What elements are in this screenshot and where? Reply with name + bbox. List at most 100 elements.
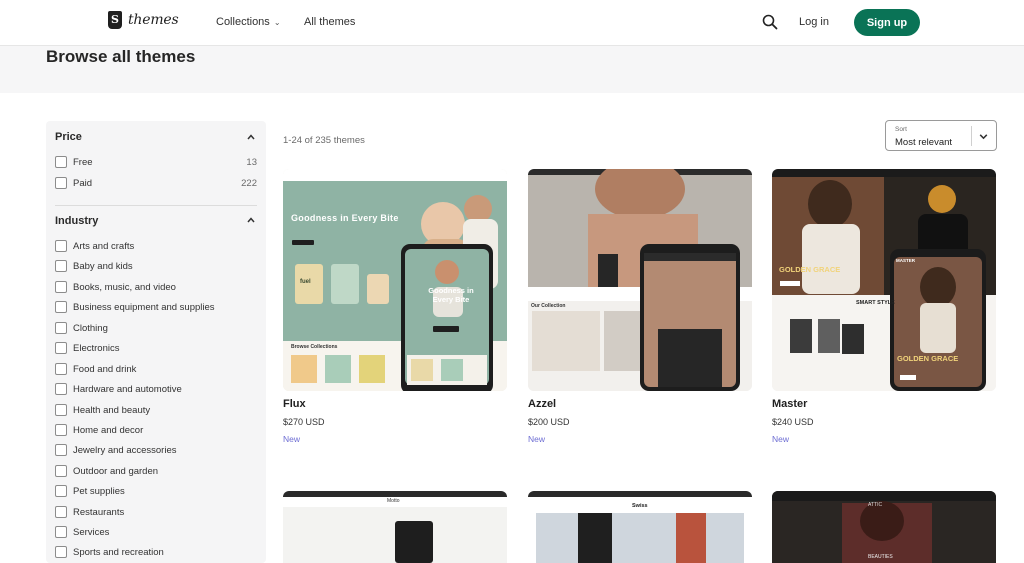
flux-preview-mobile-headline: Goodness in Every Bite <box>428 286 474 304</box>
sort-label: Sort <box>895 126 907 133</box>
azzel-preview-illustration <box>528 169 752 391</box>
chevron-up-icon[interactable] <box>246 132 256 142</box>
checkbox[interactable] <box>55 240 67 252</box>
motto-preview-brand: Motto <box>387 498 400 504</box>
filter-sidebar: Price Free 13 Paid 222 Industry Arts and… <box>46 121 266 563</box>
hero-band: Browse all themes <box>0 46 1024 93</box>
chevron-up-icon[interactable] <box>246 215 256 225</box>
filter-option-industry[interactable]: Baby and kids <box>55 259 133 273</box>
facet-divider <box>55 205 257 206</box>
theme-preview-image[interactable]: Motto <box>283 491 507 563</box>
new-badge: New <box>283 434 301 444</box>
chevron-down-icon: ⌄ <box>273 18 281 27</box>
master-preview-illustration <box>772 169 996 391</box>
checkbox[interactable] <box>55 363 67 375</box>
checkbox[interactable] <box>55 383 67 395</box>
filter-option-free[interactable]: Free 13 <box>55 155 257 169</box>
filter-option-label: Business equipment and supplies <box>73 301 215 313</box>
sort-select[interactable]: Sort Most relevant <box>885 120 997 151</box>
master-preview-headline: GOLDEN GRACE <box>779 265 841 274</box>
flux-preview-section: Browse Collections <box>291 344 338 350</box>
industry-facet-heading[interactable]: Industry <box>55 215 98 227</box>
theme-preview-image[interactable]: Swiss <box>528 491 752 563</box>
login-link[interactable]: Log in <box>799 16 829 28</box>
sort-value: Most relevant <box>895 137 953 148</box>
filter-option-industry[interactable]: Food and drink <box>55 362 136 376</box>
attic-preview-illustration <box>772 491 996 563</box>
filter-option-label: Books, music, and video <box>73 281 176 293</box>
checkbox[interactable] <box>55 342 67 354</box>
azzel-preview-section: Our Collection <box>531 303 566 309</box>
checkbox[interactable] <box>55 546 67 558</box>
filter-option-industry[interactable]: Home and decor <box>55 423 143 437</box>
filter-option-label: Pet supplies <box>73 485 125 497</box>
checkbox[interactable] <box>55 424 67 436</box>
nav-collections[interactable]: Collections ⌄ <box>216 16 281 28</box>
nav-collections-label: Collections <box>216 16 270 28</box>
master-preview-subhead: SMART STYLE <box>856 300 895 306</box>
signup-button[interactable]: Sign up <box>854 9 920 36</box>
checkbox[interactable] <box>55 260 67 272</box>
filter-option-label: Free <box>73 156 93 168</box>
filter-option-label: Food and drink <box>73 363 137 375</box>
filter-option-count: 13 <box>246 156 257 168</box>
filter-option-industry[interactable]: Sports and recreation <box>55 545 164 559</box>
filter-option-industry[interactable]: Business equipment and supplies <box>55 300 215 314</box>
filter-option-industry[interactable]: Restaurants <box>55 505 124 519</box>
theme-name[interactable]: Flux <box>283 398 306 410</box>
filter-option-label: Restaurants <box>73 506 125 518</box>
new-badge: New <box>772 434 790 444</box>
nav-all-themes[interactable]: All themes <box>304 16 355 28</box>
filter-option-industry[interactable]: Electronics <box>55 341 119 355</box>
checkbox[interactable] <box>55 404 67 416</box>
filter-option-label: Paid <box>73 177 93 189</box>
filter-option-industry[interactable]: Hardware and automotive <box>55 382 182 396</box>
filter-option-industry[interactable]: Outdoor and garden <box>55 464 158 478</box>
sort-separator <box>971 126 972 146</box>
shopify-themes-logo[interactable]: themes <box>108 11 179 29</box>
filter-option-label: Hardware and automotive <box>73 383 182 395</box>
checkbox[interactable] <box>55 485 67 497</box>
price-facet-heading[interactable]: Price <box>55 131 82 143</box>
checkbox[interactable] <box>55 526 67 538</box>
filter-option-industry[interactable]: Books, music, and video <box>55 280 176 294</box>
checkbox[interactable] <box>55 156 67 168</box>
new-badge: New <box>528 434 546 444</box>
filter-option-label: Baby and kids <box>73 260 133 272</box>
filter-option-industry[interactable]: Arts and crafts <box>55 239 134 253</box>
page-title: Browse all themes <box>46 47 196 66</box>
theme-price: $200 USD <box>528 417 570 427</box>
filter-option-label: Services <box>73 526 110 538</box>
swiss-preview-brand: Swiss <box>632 503 648 509</box>
search-icon[interactable] <box>762 14 778 30</box>
checkbox[interactable] <box>55 322 67 334</box>
site-header: themes Collections ⌄ All themes Log in S… <box>0 0 1024 46</box>
filter-option-industry[interactable]: Jewelry and accessories <box>55 443 177 457</box>
filter-option-industry[interactable]: Pet supplies <box>55 484 125 498</box>
theme-preview-image[interactable]: Our Collection <box>528 169 752 391</box>
filter-option-paid[interactable]: Paid 222 <box>55 176 257 190</box>
theme-preview-image[interactable]: ATTIC BEAUTIES <box>772 491 996 563</box>
theme-name[interactable]: Azzel <box>528 398 556 410</box>
filter-option-label: Sports and recreation <box>73 546 164 558</box>
filter-option-industry[interactable]: Health and beauty <box>55 403 150 417</box>
theme-preview-image[interactable]: Goodness in Every Bite Goodness in Every… <box>283 169 507 391</box>
checkbox[interactable] <box>55 465 67 477</box>
filter-option-label: Health and beauty <box>73 404 151 416</box>
theme-name[interactable]: Master <box>772 398 807 410</box>
theme-preview-image[interactable]: GOLDEN GRACE SMART STYLE GOLDEN GRACE MA… <box>772 169 996 391</box>
filter-option-label: Jewelry and accessories <box>73 444 177 456</box>
checkbox[interactable] <box>55 301 67 313</box>
filter-option-label: Outdoor and garden <box>73 465 159 477</box>
checkbox[interactable] <box>55 506 67 518</box>
checkbox[interactable] <box>55 177 67 189</box>
filter-option-industry[interactable]: Clothing <box>55 321 108 335</box>
master-preview-mobile-headline: GOLDEN GRACE <box>897 354 959 363</box>
checkbox[interactable] <box>55 281 67 293</box>
swiss-preview-illustration <box>528 491 752 563</box>
chevron-down-icon <box>979 134 988 140</box>
filter-option-industry[interactable]: Services <box>55 525 109 539</box>
result-count: 1-24 of 235 themes <box>283 135 365 146</box>
filter-option-label: Home and decor <box>73 424 144 436</box>
checkbox[interactable] <box>55 444 67 456</box>
